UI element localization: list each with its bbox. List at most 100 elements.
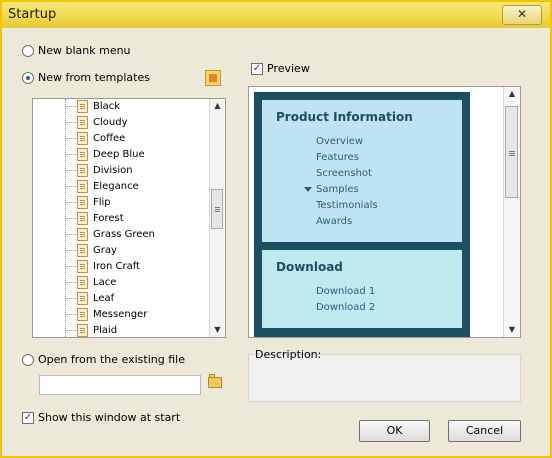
template-item[interactable]: Leaf — [33, 291, 213, 307]
preview-area: Product Information Overview Features Scre… — [248, 86, 521, 338]
template-label: Flip — [93, 197, 111, 208]
template-file-icon — [77, 324, 88, 337]
template-label: Messenger — [93, 309, 148, 320]
preview-menu-item: Screenshot — [316, 166, 378, 182]
template-label: Iron Craft — [93, 261, 140, 272]
preview-menu-item: Features — [316, 150, 378, 166]
open-existing-radio[interactable] — [22, 353, 34, 366]
scroll-thumb[interactable] — [211, 189, 223, 229]
template-manager-icon[interactable] — [205, 70, 221, 86]
title-bar: Startup ✕ — [2, 2, 550, 28]
new-blank-option[interactable]: New blank menu — [22, 44, 131, 57]
template-file-icon — [77, 196, 88, 209]
preview-scrollbar[interactable]: ▲ ▼ — [503, 87, 520, 337]
tree-branch — [66, 330, 76, 331]
preview-menu-item: Download 1 — [316, 284, 375, 300]
tree-branch — [66, 234, 76, 235]
tree-branch — [66, 106, 76, 107]
template-label: Deep Blue — [93, 149, 145, 160]
preview-scroll-down-icon[interactable]: ▼ — [504, 323, 520, 337]
preview-menu-item: Download 2 — [316, 300, 375, 316]
description-box — [248, 354, 521, 402]
template-label: Forest — [93, 213, 124, 224]
new-from-templates-option[interactable]: New from templates — [22, 71, 150, 84]
template-item[interactable]: Grass Green — [33, 227, 213, 243]
new-blank-label: New blank menu — [38, 44, 131, 57]
template-file-icon — [77, 212, 88, 225]
tree-branch — [66, 170, 76, 171]
template-label: Leaf — [93, 293, 115, 304]
scroll-up-icon[interactable]: ▲ — [210, 99, 225, 113]
file-path-input[interactable] — [39, 375, 201, 395]
new-blank-radio[interactable] — [22, 44, 34, 57]
template-item[interactable]: Flip — [33, 195, 213, 211]
preview-grip-icon — [509, 151, 515, 152]
close-button[interactable]: ✕ — [502, 5, 542, 25]
new-from-templates-radio[interactable] — [22, 71, 34, 84]
preview-menu-item: Overview — [316, 134, 378, 150]
template-item[interactable]: Iron Craft — [33, 259, 213, 275]
preview-menu-label: Screenshot — [316, 168, 372, 179]
tree-branch — [66, 154, 76, 155]
ok-button[interactable]: OK — [359, 420, 430, 442]
tree-branch — [66, 298, 76, 299]
template-item[interactable]: Division — [33, 163, 213, 179]
template-item[interactable]: Plaid — [33, 323, 213, 337]
template-file-icon — [77, 164, 88, 177]
template-file-icon — [77, 276, 88, 289]
template-file-icon — [77, 292, 88, 305]
template-file-icon — [77, 148, 88, 161]
template-item[interactable]: Deep Blue — [33, 147, 213, 163]
preview-checkbox[interactable]: ✓ — [251, 62, 263, 75]
show-at-start-checkbox[interactable]: ✓ — [22, 411, 34, 424]
template-item[interactable]: Gray — [33, 243, 213, 259]
template-item[interactable]: Black — [33, 99, 213, 115]
template-label: Elegance — [93, 181, 139, 192]
download-title: Download — [276, 260, 343, 274]
preview-menu-label: Overview — [316, 136, 364, 147]
template-item[interactable]: Lace — [33, 275, 213, 291]
template-label: Grass Green — [93, 229, 155, 240]
startup-window: Startup ✕ New blank menu New from templa… — [0, 0, 552, 458]
template-item[interactable]: Coffee — [33, 131, 213, 147]
template-item[interactable]: Cloudy — [33, 115, 213, 131]
template-items: Black Cloudy Coffee Deep Blue Division Elegan… — [33, 99, 213, 337]
product-information-title: Product Information — [276, 110, 413, 124]
template-file-icon — [77, 132, 88, 145]
product-information-items: Overview Features Screenshot Samples Testimo… — [304, 134, 378, 230]
tree-branch — [66, 266, 76, 267]
scroll-down-icon[interactable]: ▼ — [210, 323, 225, 337]
preview-menu-item: Samples — [304, 182, 378, 198]
scroll-grip-icon — [215, 207, 220, 208]
show-at-start-option[interactable]: ✓ Show this window at start — [22, 411, 180, 424]
tree-branch — [66, 250, 76, 251]
template-scrollbar[interactable]: ▲ ▼ — [209, 99, 225, 337]
template-file-icon — [77, 244, 88, 257]
preview-menu-item: Testimonials — [316, 198, 378, 214]
open-existing-label: Open from the existing file — [38, 353, 185, 366]
template-label: Gray — [93, 245, 117, 256]
open-existing-option[interactable]: Open from the existing file — [22, 353, 185, 366]
tree-branch — [66, 314, 76, 315]
tree-branch — [66, 122, 76, 123]
template-file-icon — [77, 180, 88, 193]
template-label: Coffee — [93, 133, 126, 144]
template-item[interactable]: Elegance — [33, 179, 213, 195]
template-list[interactable]: Black Cloudy Coffee Deep Blue Division Elegan… — [32, 98, 226, 338]
template-item[interactable]: Forest — [33, 211, 213, 227]
preview-scroll-thumb[interactable] — [505, 106, 518, 198]
template-label: Cloudy — [93, 117, 128, 128]
cancel-button[interactable]: Cancel — [448, 420, 521, 442]
menu-preview: Product Information Overview Features Scre… — [254, 92, 470, 337]
template-label: Black — [93, 101, 121, 112]
preview-scroll-up-icon[interactable]: ▲ — [504, 87, 520, 101]
preview-menu-label: Testimonials — [316, 200, 378, 211]
preview-option[interactable]: ✓ Preview — [251, 62, 310, 75]
template-item[interactable]: Messenger — [33, 307, 213, 323]
dialog-content: New blank menu New from templates Black C… — [2, 28, 550, 456]
template-file-icon — [77, 100, 88, 113]
open-folder-icon[interactable] — [208, 374, 222, 388]
template-file-icon — [77, 260, 88, 273]
download-items: Download 1 Download 2 — [316, 284, 375, 316]
template-file-icon — [77, 308, 88, 321]
